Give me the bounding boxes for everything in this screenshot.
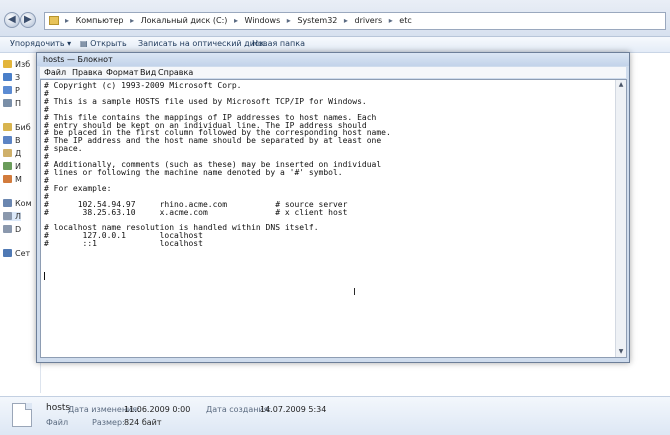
breadcrumb-item[interactable]: Windows — [245, 16, 281, 25]
sidebar-item-computer[interactable]: Ком — [3, 199, 32, 208]
sidebar-item-favorites[interactable]: Изб — [3, 60, 30, 69]
sidebar-item-recent-places[interactable]: П — [3, 99, 21, 108]
back-button[interactable]: ◀ — [4, 12, 20, 28]
menu-help[interactable]: Справка — [158, 68, 193, 77]
sidebar-item-label: Изб — [15, 60, 31, 69]
open-button[interactable]: ▤ Открыть — [80, 39, 127, 48]
notepad-window[interactable]: hosts — Блокнот Файл Правка Формат Вид С… — [36, 52, 630, 363]
breadcrumb-separator-icon: ▸ — [233, 16, 238, 25]
sidebar-item-network[interactable]: Сет — [3, 249, 30, 258]
menu-file[interactable]: Файл — [44, 68, 66, 77]
address-field[interactable]: ▸ Компьютер ▸ Локальный диск (C:) ▸ Wind… — [44, 12, 666, 30]
pictures-icon — [3, 162, 12, 170]
explorer-toolbar: Упорядочить ▾ ▤ Открыть Записать на опти… — [0, 37, 670, 53]
breadcrumb-item[interactable]: etc — [399, 16, 411, 25]
breadcrumb-item[interactable]: Локальный диск (C:) — [141, 16, 228, 25]
computer-icon — [3, 199, 12, 207]
breadcrumb-item[interactable]: System32 — [297, 16, 337, 25]
network-icon — [3, 249, 12, 257]
sidebar-item-label: Ком — [15, 199, 32, 208]
sidebar-item-label: М — [15, 175, 22, 184]
sidebar-item-music[interactable]: М — [3, 175, 22, 184]
video-icon — [3, 136, 12, 144]
sidebar-item-label: D — [15, 225, 22, 234]
star-icon — [3, 60, 12, 68]
text-editor-area[interactable]: # Copyright (c) 1993-2009 Microsoft Corp… — [40, 79, 627, 358]
forward-arrow-icon: ▶ — [24, 14, 32, 25]
sidebar-item-label: З — [15, 73, 21, 82]
back-arrow-icon: ◀ — [8, 14, 16, 25]
created-value: 14.07.2009 5:34 — [260, 405, 327, 414]
breadcrumb-separator-icon: ▸ — [286, 16, 291, 25]
sidebar-item-label: Сет — [15, 249, 31, 258]
sidebar-item-label: И — [15, 162, 21, 171]
download-icon — [3, 73, 12, 81]
burn-button[interactable]: Записать на оптический диск — [138, 39, 264, 48]
sidebar-item-label: Р — [15, 86, 20, 95]
notepad-icon: ▤ — [80, 39, 91, 48]
vertical-scrollbar[interactable]: ▲ ▼ — [615, 80, 626, 357]
ibeam-cursor-icon: I — [353, 287, 356, 298]
size-value: 824 байт — [124, 418, 162, 427]
hosts-file-content[interactable]: # Copyright (c) 1993-2009 Microsoft Corp… — [44, 81, 391, 248]
drive-icon — [3, 212, 12, 220]
sidebar-item-local-disk[interactable]: Л — [3, 212, 22, 221]
sidebar-item-label: Биб — [15, 123, 31, 132]
sidebar-item-pictures[interactable]: И — [3, 162, 21, 171]
menu-format[interactable]: Формат — [106, 68, 138, 77]
desktop-icon — [3, 86, 12, 94]
library-icon — [3, 123, 12, 131]
sidebar-item-desktop[interactable]: Р — [3, 86, 20, 95]
menu-view[interactable]: Вид — [140, 68, 156, 77]
navigation-pane: Изб З Р П Биб В Д И М Ком Л D Сет — [0, 53, 41, 393]
documents-icon — [3, 149, 12, 157]
scroll-up-icon[interactable]: ▲ — [616, 80, 626, 90]
window-title: hosts — Блокнот — [43, 55, 113, 64]
modified-value: 11.06.2009 0:00 — [124, 405, 191, 414]
places-icon — [3, 99, 12, 107]
open-button-label: Открыть — [90, 39, 127, 48]
notepad-title-bar[interactable]: hosts — Блокнот — [37, 53, 629, 66]
sidebar-item-libraries[interactable]: Биб — [3, 123, 31, 132]
sidebar-item-documents[interactable]: Д — [3, 149, 21, 158]
menu-edit[interactable]: Правка — [72, 68, 102, 77]
sidebar-item-label: Д — [15, 149, 22, 158]
sidebar-item-video[interactable]: В — [3, 136, 21, 145]
sidebar-item-label: В — [15, 136, 21, 145]
text-caret — [44, 272, 45, 280]
size-label: Размер: — [92, 418, 125, 427]
address-bar: ◀ ▶ ▸ Компьютер ▸ Локальный диск (C:) ▸ … — [0, 0, 670, 37]
breadcrumb-separator-icon: ▸ — [343, 16, 348, 25]
breadcrumb-separator-icon: ▸ — [130, 16, 135, 25]
file-name: hosts — [46, 403, 71, 413]
forward-button[interactable]: ▶ — [20, 12, 36, 28]
file-type: Файл — [46, 418, 69, 427]
organize-button[interactable]: Упорядочить ▾ — [10, 39, 71, 48]
breadcrumb-item[interactable]: drivers — [354, 16, 382, 25]
details-pane: hosts Файл Дата изменения: 11.06.2009 0:… — [0, 396, 670, 435]
sidebar-item-drive-d[interactable]: D — [3, 225, 21, 234]
breadcrumb: ▸ Компьютер ▸ Локальный диск (C:) ▸ Wind… — [65, 16, 416, 25]
sidebar-item-downloads[interactable]: З — [3, 73, 20, 82]
breadcrumb-item[interactable]: Компьютер — [76, 16, 124, 25]
music-icon — [3, 175, 12, 183]
breadcrumb-separator-icon: ▸ — [65, 16, 70, 25]
new-folder-button[interactable]: Новая папка — [252, 39, 305, 48]
sidebar-item-label: Л — [15, 212, 22, 221]
sidebar-item-label: П — [15, 99, 22, 108]
drive-icon — [3, 225, 12, 233]
file-icon — [12, 403, 32, 427]
notepad-menu-bar: Файл Правка Формат Вид Справка — [40, 67, 626, 78]
breadcrumb-separator-icon: ▸ — [388, 16, 393, 25]
scroll-down-icon[interactable]: ▼ — [616, 347, 626, 357]
folder-icon — [49, 16, 59, 25]
